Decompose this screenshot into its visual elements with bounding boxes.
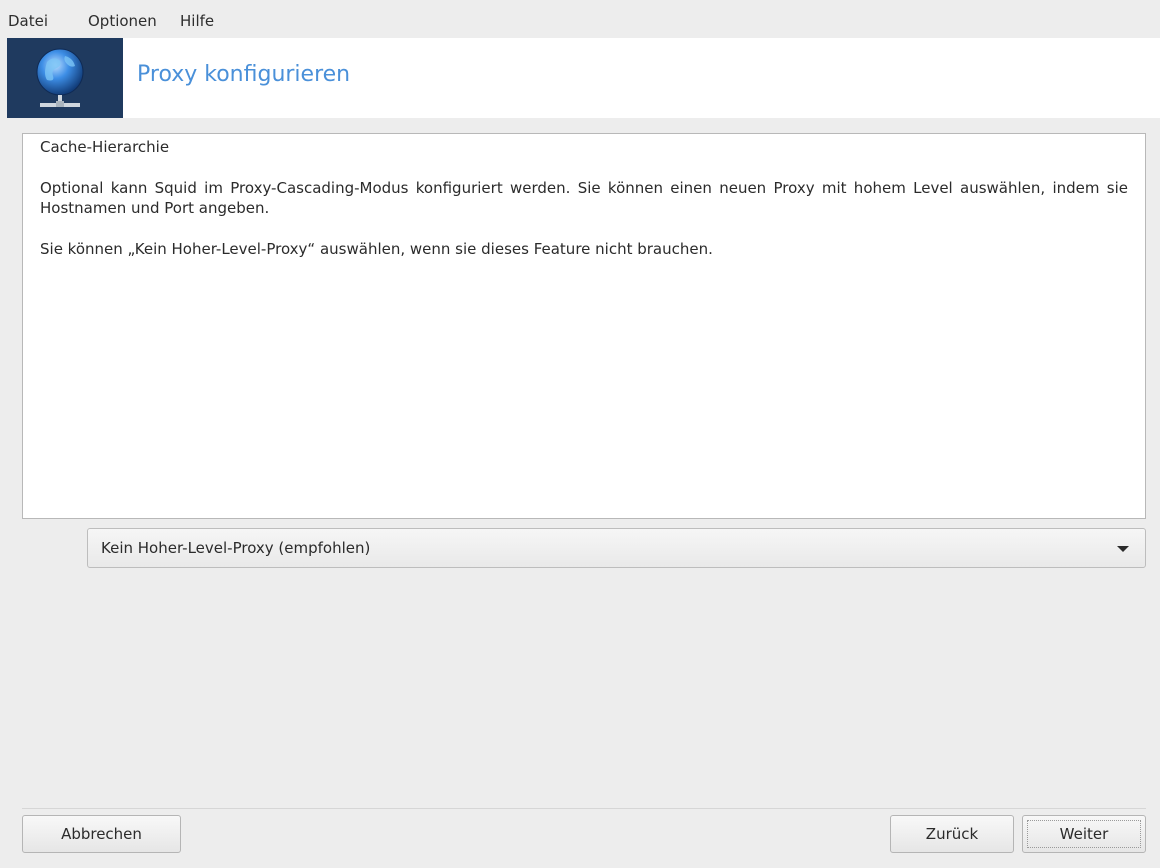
menu-datei[interactable]: Datei: [8, 12, 48, 30]
cancel-button[interactable]: Abbrechen: [22, 815, 181, 853]
info-textview: Cache-Hierarchie Optional kann Squid im …: [22, 133, 1146, 519]
cancel-button-label: Abbrechen: [61, 825, 142, 843]
button-separator: [22, 808, 1146, 809]
proxy-mode-select[interactable]: Kein Hoher-Level-Proxy (empfohlen): [87, 528, 1146, 568]
dropdown-arrow-icon: [1117, 546, 1129, 552]
next-button[interactable]: Weiter: [1022, 815, 1146, 853]
header-banner: Proxy konfigurieren: [7, 38, 1160, 118]
proxy-mode-selected-value: Kein Hoher-Level-Proxy (empfohlen): [101, 539, 371, 557]
menu-hilfe[interactable]: Hilfe: [180, 12, 214, 30]
focus-ring: [1027, 820, 1141, 848]
menubar: Datei Optionen Hilfe: [0, 0, 1160, 38]
section-heading: Cache-Hierarchie: [40, 138, 170, 156]
description-paragraph: Optional kann Squid im Proxy-Cascading-M…: [40, 179, 1128, 217]
logo: [7, 38, 123, 118]
hint-paragraph: Sie können „Kein Hoher-Level-Proxy“ ausw…: [40, 240, 713, 258]
page-title: Proxy konfigurieren: [137, 62, 351, 87]
back-button[interactable]: Zurück: [890, 815, 1014, 853]
network-globe-icon: [7, 38, 123, 118]
menu-optionen[interactable]: Optionen: [88, 12, 157, 30]
back-button-label: Zurück: [925, 825, 979, 843]
